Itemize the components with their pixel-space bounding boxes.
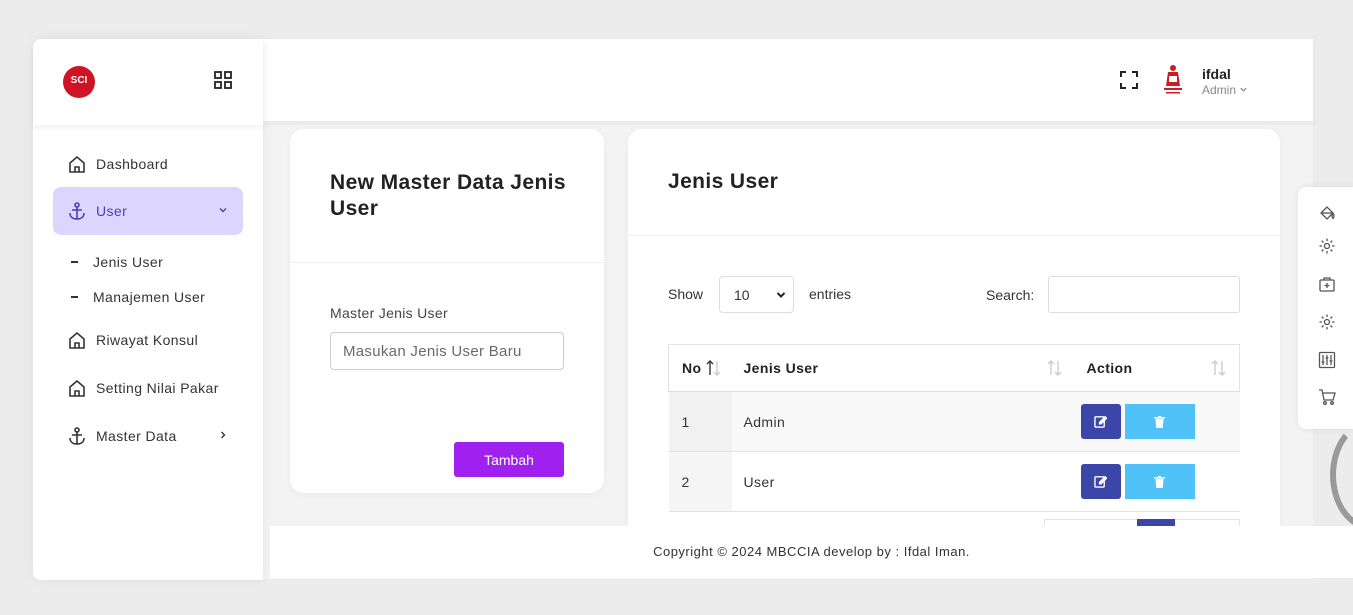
edit-button[interactable] xyxy=(1080,404,1121,439)
column-header-action[interactable]: Action xyxy=(1074,344,1240,392)
table-header-row: No Jenis User Action xyxy=(668,344,1240,392)
sidebar-subitem-jenis-user[interactable]: Jenis User xyxy=(71,254,163,270)
table-row: 1 Admin xyxy=(668,391,1240,452)
entries-label: entries xyxy=(809,286,852,302)
page-length-select[interactable]: 10 xyxy=(719,276,794,313)
sidebar-item-label: Setting Nilai Pakar xyxy=(96,380,219,396)
edit-button[interactable] xyxy=(1080,464,1121,499)
cell-action xyxy=(1074,451,1240,512)
gear-icon[interactable] xyxy=(1318,313,1336,331)
delete-button[interactable] xyxy=(1124,404,1195,439)
jenis-user-list-card: Jenis User Show 10 entries Search: No Je… xyxy=(628,129,1280,529)
paint-bucket-icon[interactable] xyxy=(1318,204,1336,222)
chevron-right-icon xyxy=(221,431,226,439)
delete-button[interactable] xyxy=(1124,464,1195,499)
sidebar: SCI Dashboard User Jenis User Manajemen … xyxy=(33,39,263,580)
chevron-down-icon xyxy=(776,292,786,298)
sidebar-item-dashboard[interactable]: Dashboard xyxy=(53,140,243,188)
page-length-value: 10 xyxy=(734,286,750,303)
search-input[interactable] xyxy=(1048,276,1240,313)
sidebar-item-label: User xyxy=(96,203,128,219)
anchor-icon xyxy=(69,427,85,445)
home-icon xyxy=(69,379,85,397)
sidebar-subitem-manajemen-user[interactable]: Manajemen User xyxy=(71,289,205,305)
cell-no: 1 xyxy=(668,391,732,452)
grid-menu-icon[interactable] xyxy=(214,71,232,89)
new-master-data-card: New Master Data Jenis User Master Jenis … xyxy=(290,129,604,493)
chevron-down-icon xyxy=(219,208,227,213)
background-decoration xyxy=(1330,420,1353,530)
card-divider xyxy=(290,262,604,263)
tambah-button[interactable]: Tambah xyxy=(454,442,564,477)
field-label: Master Jenis User xyxy=(330,305,448,321)
footer: Copyright © 2024 MBCCIA develop by : Ifd… xyxy=(270,526,1353,578)
sidebar-item-riwayat-konsul[interactable]: Riwayat Konsul xyxy=(53,316,243,364)
column-header-label: Jenis User xyxy=(743,360,819,376)
medical-case-icon[interactable] xyxy=(1318,275,1336,293)
sidebar-item-label: Master Data xyxy=(96,428,177,444)
fullscreen-icon[interactable] xyxy=(1119,70,1139,90)
bullet-dash xyxy=(71,261,78,263)
edit-icon xyxy=(1094,415,1107,428)
chevron-down-icon xyxy=(1240,87,1247,92)
anchor-icon xyxy=(69,202,85,220)
avatar[interactable] xyxy=(1158,64,1188,96)
column-header-label: No xyxy=(682,360,702,376)
cell-jenis-user: Admin xyxy=(731,391,1075,452)
jenis-user-table: No Jenis User Action 1 Admin 2 User xyxy=(668,344,1240,512)
sidebar-item-label: Dashboard xyxy=(96,156,169,172)
jenis-user-input[interactable] xyxy=(330,332,564,370)
sort-icon xyxy=(1211,360,1226,376)
sidebar-subitem-label: Jenis User xyxy=(93,254,164,270)
trash-icon xyxy=(1154,475,1165,488)
sidebar-item-label: Riwayat Konsul xyxy=(96,332,199,348)
sliders-icon[interactable] xyxy=(1318,351,1336,369)
home-icon xyxy=(69,155,85,173)
cell-jenis-user: User xyxy=(731,451,1075,512)
sidebar-item-master-data[interactable]: Master Data xyxy=(53,412,243,460)
table-row: 2 User xyxy=(668,451,1240,512)
bullet-dash xyxy=(71,296,78,298)
edit-icon xyxy=(1094,475,1107,488)
sidebar-subitem-label: Manajemen User xyxy=(93,289,206,305)
sort-icon xyxy=(1047,360,1061,376)
cell-action xyxy=(1074,391,1240,452)
cart-icon[interactable] xyxy=(1318,388,1336,406)
home-icon xyxy=(69,331,85,349)
user-role-label: Admin xyxy=(1202,83,1237,97)
sidebar-item-setting-nilai-pakar[interactable]: Setting Nilai Pakar xyxy=(53,364,243,412)
list-title: Jenis User xyxy=(668,170,779,193)
cell-no: 2 xyxy=(668,451,732,512)
sort-ascending-icon xyxy=(706,360,721,376)
card-divider xyxy=(628,235,1280,236)
sidebar-header: SCI xyxy=(33,39,263,125)
trash-icon xyxy=(1154,415,1165,428)
gear-icon[interactable] xyxy=(1318,237,1336,255)
sidebar-item-user[interactable]: User xyxy=(53,187,243,235)
copyright-text: Copyright © 2024 MBCCIA develop by : Ifd… xyxy=(653,544,970,559)
top-navbar: ifdal Admin xyxy=(263,39,1313,121)
column-header-label: Action xyxy=(1086,360,1133,376)
show-label: Show xyxy=(668,286,704,302)
column-header-no[interactable]: No xyxy=(668,344,732,392)
search-label: Search: xyxy=(986,287,1035,303)
user-role-dropdown[interactable]: Admin xyxy=(1202,83,1248,97)
form-title: New Master Data Jenis User xyxy=(330,171,566,220)
column-header-jenis-user[interactable]: Jenis User xyxy=(731,344,1075,392)
right-tool-panel xyxy=(1298,187,1353,429)
user-name: ifdal xyxy=(1202,66,1231,82)
brand-logo[interactable]: SCI xyxy=(63,66,95,98)
